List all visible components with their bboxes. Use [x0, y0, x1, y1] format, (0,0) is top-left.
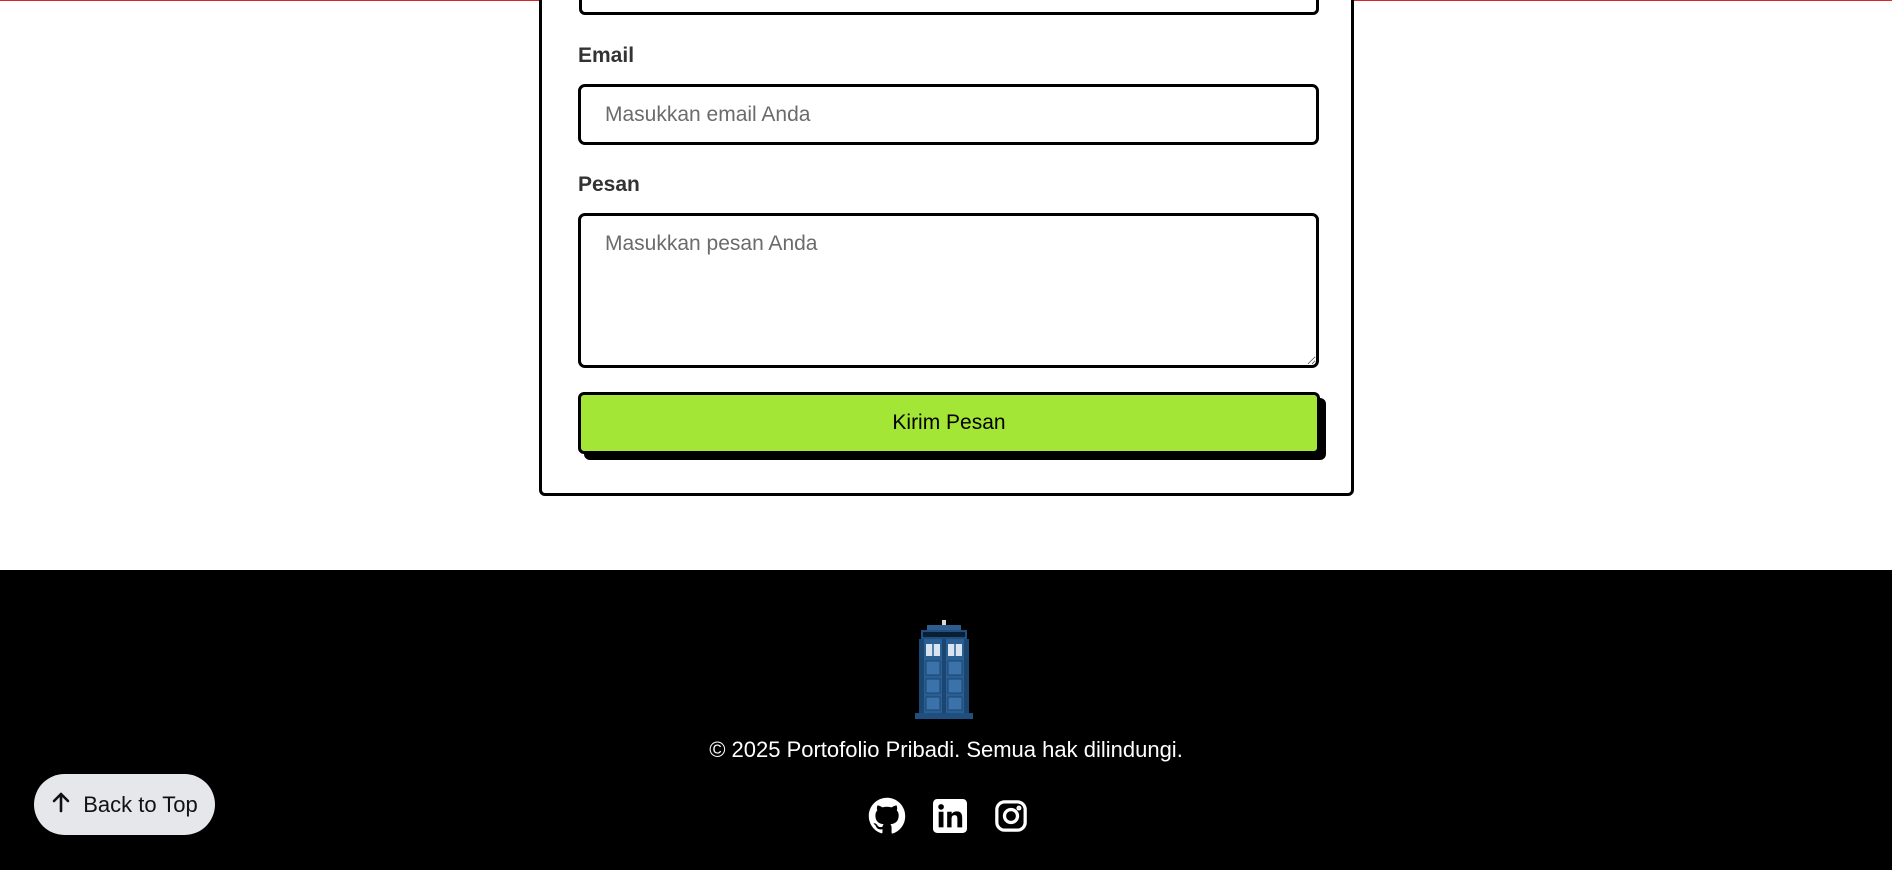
email-field[interactable] — [578, 84, 1319, 145]
name-input[interactable] — [579, 0, 1319, 15]
email-label: Email — [578, 44, 635, 67]
github-link[interactable] — [867, 797, 907, 840]
copyright-text: © 2025 Portofolio Pribadi. Semua hak dil… — [709, 737, 1183, 762]
back-to-top-label: Back to Top — [83, 791, 198, 817]
police-box-icon — [907, 620, 981, 720]
linkedin-icon — [933, 798, 967, 838]
arrow-up-icon — [51, 791, 71, 819]
instagram-link[interactable] — [991, 798, 1031, 838]
back-to-top-button[interactable]: Back to Top — [34, 774, 215, 835]
message-label: Pesan — [578, 173, 640, 196]
send-message-button[interactable]: Kirim Pesan — [578, 392, 1320, 454]
message-field[interactable] — [578, 213, 1319, 368]
instagram-icon — [994, 799, 1028, 838]
github-icon — [868, 797, 906, 840]
linkedin-link[interactable] — [930, 798, 970, 838]
